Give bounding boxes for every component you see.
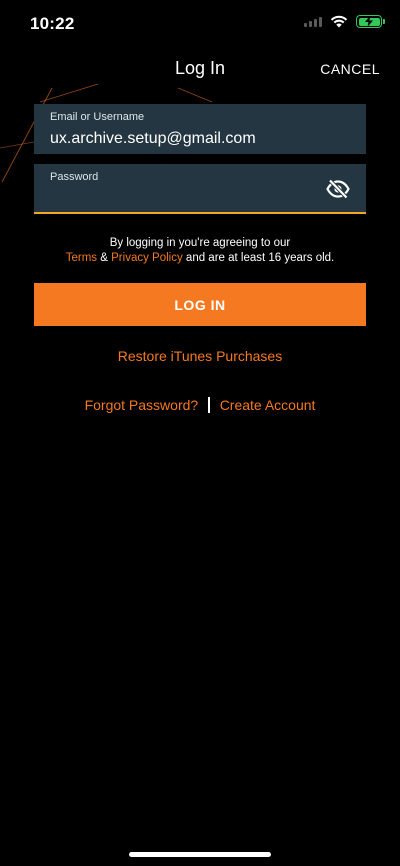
eye-slash-icon[interactable] [326, 179, 350, 199]
status-time: 10:22 [30, 14, 75, 33]
home-indicator[interactable] [129, 852, 271, 857]
legal-suffix: and are at least 16 years old. [185, 252, 335, 264]
email-field[interactable]: Email or Username ux.archive.setup@gmail… [34, 104, 366, 154]
login-button[interactable]: LOG IN [34, 283, 366, 326]
nav-bar: Log In CANCEL [0, 48, 400, 88]
create-account-link[interactable]: Create Account [220, 397, 316, 413]
password-label: Password [50, 171, 99, 183]
battery-charging-icon [356, 15, 385, 28]
email-input[interactable]: ux.archive.setup@gmail.com [50, 130, 256, 148]
status-bar: 10:22 [0, 0, 400, 48]
wifi-icon [330, 15, 348, 28]
email-label: Email or Username [50, 111, 145, 123]
account-links: Forgot Password? Create Account [0, 397, 400, 413]
status-icons [304, 15, 385, 28]
password-field[interactable]: Password [34, 164, 366, 214]
forgot-password-link[interactable]: Forgot Password? [85, 397, 199, 413]
legal-line-1: By logging in you're agreeing to our [109, 237, 291, 249]
privacy-policy-link[interactable]: Privacy Policy [111, 252, 183, 264]
cancel-button[interactable]: CANCEL [320, 61, 380, 77]
terms-link[interactable]: Terms [66, 252, 97, 264]
signal-icon [304, 16, 322, 27]
legal-line-2: Terms & Privacy Policy and are at least … [0, 251, 400, 266]
link-separator [208, 397, 210, 413]
legal-amp: & [100, 252, 108, 264]
restore-purchases-link[interactable]: Restore iTunes Purchases [0, 348, 400, 364]
legal-notice: By logging in you're agreeing to our Ter… [0, 236, 400, 266]
